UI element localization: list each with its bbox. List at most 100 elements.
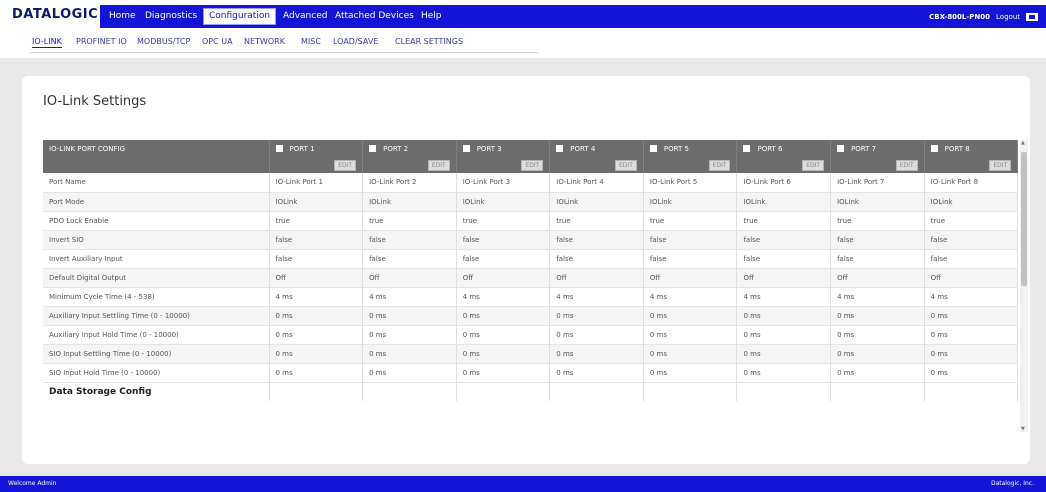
setting-label: SIO Input Settling Time (0 - 10000): [43, 344, 270, 364]
tab-misc[interactable]: MISC: [301, 37, 321, 46]
setting-value-port-3: false: [456, 230, 551, 250]
header-port-4: PORT 4: [549, 140, 644, 157]
edit-button-port-7[interactable]: EDIT: [895, 159, 918, 171]
setting-value-port-5: IO-Link Port 5: [643, 173, 738, 193]
setting-value-port-2: 0 ms: [362, 363, 457, 383]
logout-link[interactable]: Logout: [996, 13, 1020, 21]
setting-label: Port Mode: [43, 192, 270, 212]
edit-button-port-4[interactable]: EDIT: [615, 159, 637, 171]
setting-value-port-8: IO-Link Port 8: [924, 173, 1018, 193]
setting-value-port-1: false: [269, 249, 364, 269]
scroll-down-icon[interactable]: ▼: [1021, 426, 1025, 432]
edit-cell: EDIT: [924, 157, 1018, 173]
setting-value-port-3: 0 ms: [456, 363, 551, 383]
setting-value-port-1: false: [269, 230, 364, 250]
tab-load-save[interactable]: LOAD/SAVE: [333, 37, 378, 46]
port-checkbox[interactable]: [556, 145, 564, 152]
setting-label: Port Name: [43, 173, 270, 193]
edit-button-port-2[interactable]: EDIT: [427, 159, 450, 171]
setting-value-port-7: 0 ms: [830, 325, 925, 345]
setting-value-port-1: 0 ms: [269, 325, 364, 345]
setting-value-port-4: 0 ms: [549, 325, 644, 345]
header-port-5: PORT 5: [643, 140, 738, 157]
table-row: Port Name IO-Link Port 1 IO-Link Port 2 IO-…: [43, 173, 1018, 193]
tab-io-link[interactable]: IO-LINK: [32, 37, 62, 48]
tab-modbus-tcp[interactable]: MODBUS/TCP: [137, 37, 190, 46]
setting-value-port-5: Off: [643, 268, 738, 288]
setting-value-port-5: IOLink: [643, 192, 738, 212]
setting-value-port-7: IO-Link Port 7: [830, 173, 925, 193]
edit-cell: EDIT: [736, 157, 832, 173]
flag-icon[interactable]: [1026, 12, 1038, 21]
setting-value-port-6: Off: [736, 268, 832, 288]
setting-value-port-8: 0 ms: [924, 306, 1018, 326]
table-row: Port Mode IOLink IOLink IOLink IOLink IOLink I…: [43, 192, 1018, 212]
setting-value-port-8: false: [924, 249, 1018, 269]
tab-opc-ua[interactable]: OPC UA: [202, 37, 233, 46]
section-empty-cell: [924, 382, 1018, 401]
table-row: SIO Input Settling Time (0 - 10000) 0 ms 0…: [43, 344, 1018, 364]
nav-home[interactable]: Home: [104, 9, 141, 24]
edit-button-port-5[interactable]: EDIT: [708, 159, 731, 171]
setting-value-port-8: IOLink: [924, 192, 1018, 212]
setting-value-port-6: IOLink: [736, 192, 832, 212]
port-label: PORT 4: [570, 144, 596, 153]
tab-network[interactable]: NETWORK: [244, 37, 285, 46]
setting-value-port-3: 0 ms: [456, 306, 551, 326]
nav-diagnostics[interactable]: Diagnostics: [140, 9, 202, 24]
header-port-7: PORT 7: [830, 140, 925, 157]
setting-value-port-3: false: [456, 249, 551, 269]
scroll-thumb[interactable]: [1021, 152, 1027, 286]
setting-value-port-2: 4 ms: [362, 287, 457, 307]
setting-value-port-5: false: [643, 230, 738, 250]
nav-advanced[interactable]: Advanced: [278, 9, 332, 24]
setting-label: Auxiliary Input Hold Time (0 - 10000): [43, 325, 270, 345]
edit-cell: EDIT: [456, 157, 551, 173]
nav-attached-devices[interactable]: Attached Devices: [330, 9, 419, 24]
setting-value-port-2: 0 ms: [362, 344, 457, 364]
port-checkbox[interactable]: [462, 145, 470, 152]
setting-value-port-4: false: [549, 249, 644, 269]
setting-value-port-4: 0 ms: [549, 306, 644, 326]
setting-value-port-2: false: [362, 230, 457, 250]
setting-value-port-1: IO-Link Port 1: [269, 173, 364, 193]
setting-value-port-1: true: [269, 211, 364, 231]
edit-button-port-6[interactable]: EDIT: [802, 159, 825, 171]
section-empty-cell: [830, 382, 925, 401]
port-checkbox[interactable]: [930, 145, 938, 152]
setting-value-port-4: true: [549, 211, 644, 231]
port-checkbox[interactable]: [649, 145, 657, 152]
port-checkbox[interactable]: [275, 145, 283, 152]
setting-value-port-1: 4 ms: [269, 287, 364, 307]
settings-table-container[interactable]: IO-LINK PORT CONFIG PORT 1 PORT 2 PORT 3…: [43, 140, 1018, 432]
footer-bar: Welcome Admin Datalogic, Inc.: [0, 476, 1046, 492]
edit-cell: EDIT: [269, 157, 364, 173]
setting-value-port-4: Off: [549, 268, 644, 288]
tab-profinet-io[interactable]: PROFINET IO: [76, 37, 127, 46]
sub-nav: IO-LINK PROFINET IO MODBUS/TCP OPC UA NE…: [0, 28, 1046, 58]
setting-value-port-1: IOLink: [269, 192, 364, 212]
nav-help[interactable]: Help: [416, 9, 447, 24]
setting-value-port-7: IOLink: [830, 192, 925, 212]
setting-value-port-8: 0 ms: [924, 344, 1018, 364]
copyright-text: Datalogic, Inc.: [990, 480, 1034, 487]
port-checkbox[interactable]: [837, 145, 845, 152]
edit-button-port-1[interactable]: EDIT: [334, 159, 357, 171]
setting-value-port-4: 0 ms: [549, 344, 644, 364]
scroll-up-icon[interactable]: ▲: [1021, 140, 1025, 146]
setting-value-port-2: 0 ms: [362, 325, 457, 345]
setting-value-port-7: false: [830, 230, 925, 250]
table-scrollbar[interactable]: ▲ ▼: [1020, 140, 1028, 432]
edit-button-port-8[interactable]: EDIT: [989, 159, 1012, 171]
nav-configuration[interactable]: Configuration: [203, 8, 277, 25]
port-checkbox[interactable]: [743, 145, 751, 152]
port-checkbox[interactable]: [369, 145, 377, 152]
tab-clear-settings[interactable]: CLEAR SETTINGS: [395, 37, 463, 46]
edit-row-spacer: [43, 157, 270, 173]
datalogic-logo[interactable]: DATALOGIC: [12, 7, 98, 22]
device-name: CBX-800L-PN00: [929, 12, 991, 21]
setting-value-port-2: IOLink: [362, 192, 457, 212]
setting-value-port-8: 4 ms: [924, 287, 1018, 307]
port-label: PORT 7: [851, 144, 877, 153]
edit-button-port-3[interactable]: EDIT: [521, 159, 544, 171]
